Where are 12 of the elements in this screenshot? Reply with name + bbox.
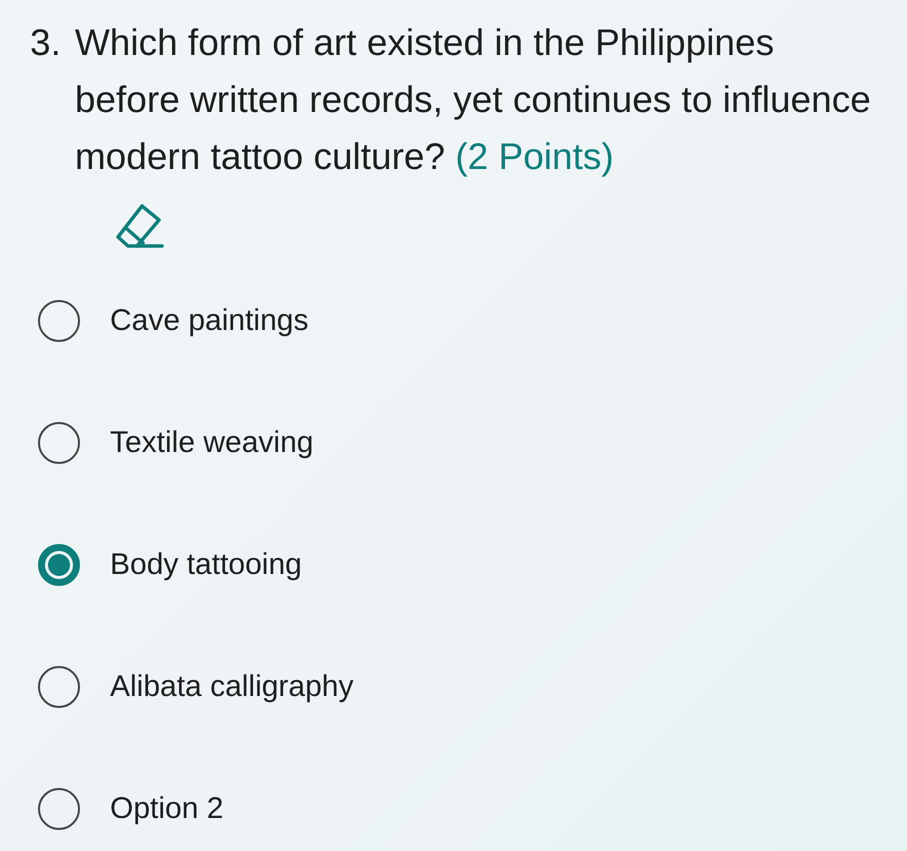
answer-option[interactable]: Alibata calligraphy — [30, 663, 887, 711]
answer-option[interactable]: Option 2 — [30, 785, 887, 833]
radio-button[interactable] — [38, 666, 80, 708]
radio-button[interactable] — [38, 788, 80, 830]
radio-button[interactable] — [38, 300, 80, 342]
question-number: 3. — [30, 21, 61, 65]
radio-button[interactable] — [38, 544, 80, 586]
answer-option[interactable]: Textile weaving — [30, 419, 887, 467]
radio-button[interactable] — [38, 422, 80, 464]
answer-option[interactable]: Cave paintings — [30, 297, 887, 345]
question-text: Which form of art existed in the Philippines before written records, yet continues to influence modern tattoo culture? (2 Points) — [74, 21, 872, 179]
answer-option[interactable]: Body tattooing — [30, 541, 887, 589]
